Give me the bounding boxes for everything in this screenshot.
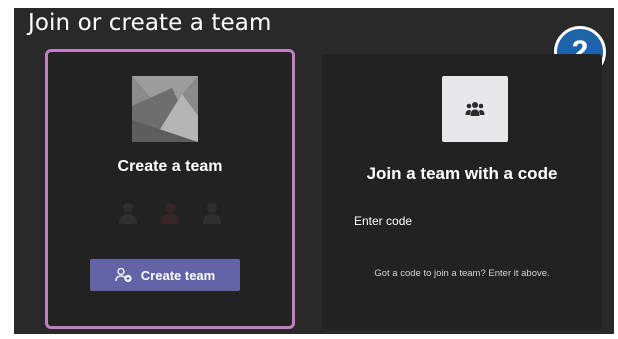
add-people-icon [115,267,132,283]
create-team-card[interactable]: Create a team Create team [45,49,295,329]
create-team-button[interactable]: Create team [90,259,240,291]
join-create-team-panel: Join or create a team 2 Create a team Cr… [14,8,614,334]
team-placeholder-image-icon [132,76,198,142]
create-team-button-label: Create team [140,267,216,283]
join-team-card: Join a team with a code Got a code to jo… [322,54,602,330]
person-placeholder-icon [119,203,137,224]
people-group-icon [442,76,508,142]
create-team-title: Create a team [117,158,223,175]
join-code-hint: Got a code to join a team? Enter it abov… [374,268,550,279]
person-placeholder-icon [203,203,221,224]
member-avatars [116,200,224,224]
team-code-input[interactable] [342,209,582,233]
page-title: Join or create a team [28,10,272,36]
person-placeholder-icon [161,203,179,224]
join-team-title: Join a team with a code [366,164,558,183]
